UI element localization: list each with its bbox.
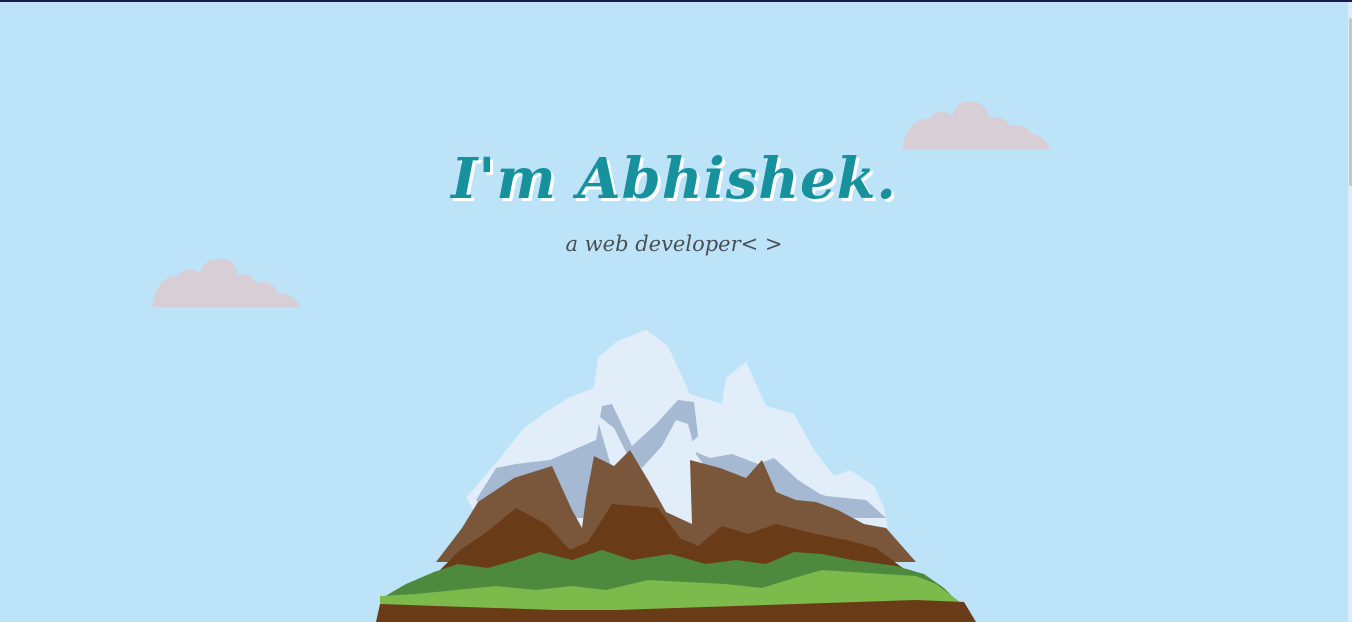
cloud-left-icon (152, 258, 300, 307)
mountain-illustration (376, 330, 976, 622)
top-border (0, 0, 1352, 2)
hero-title: I'm Abhishek. (451, 146, 897, 212)
hero-subtitle: a web developer< > (565, 232, 783, 256)
scrollbar-track[interactable] (1348, 2, 1352, 622)
cloud-right-icon (902, 101, 1050, 150)
